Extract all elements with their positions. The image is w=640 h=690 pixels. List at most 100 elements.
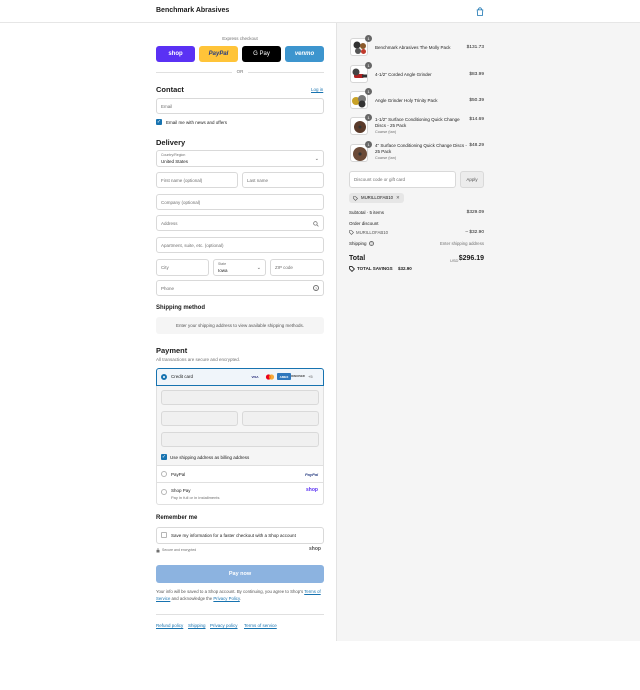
state-value: Iowa [218,268,228,273]
footer-divider [156,614,324,615]
item-name: 4" Surface Conditioning Quick Change Dis… [375,143,467,154]
currency-code: USD [450,258,459,263]
search-icon [313,221,319,227]
google-pay-express-button[interactable]: G Pay [242,46,281,62]
privacy-policy-link[interactable]: Privacy Policy [213,596,239,601]
credit-card-label: Credit card [171,374,194,379]
tag-icon [353,195,358,201]
login-link[interactable]: Log in [311,87,323,92]
shop-pay-option[interactable] [156,483,324,505]
chevron-down-icon: ⌄ [314,156,319,162]
address-field[interactable]: Address [156,215,324,231]
discount-amount: – $32.90 [465,230,484,235]
shipping-policy-link[interactable]: Shipping [188,623,206,628]
item-price: $14.69 [469,117,484,122]
first-name-field[interactable]: First name (optional) [156,172,238,188]
quantity-badge: 1 [365,35,372,42]
discount-code: MURILLOFAB10 [361,195,393,200]
item-name: Benchmark Abrasives The Molly Pack [375,45,451,50]
refund-policy-link[interactable]: Refund policy [156,623,183,628]
country-select[interactable]: Country/Region United States ⌄ [156,150,324,167]
quantity-badge: 1 [365,88,372,95]
applied-discount-code: MURILLOFAB10 [356,230,388,235]
phone-field[interactable]: Phone ? [156,280,324,296]
shipping-label: Shipping [349,241,367,246]
more-cards-count: +5 [308,374,313,379]
tag-icon [349,230,354,235]
save-info-checkbox[interactable] [161,532,167,538]
divider [156,72,232,73]
total-label: Total [349,255,366,262]
last-name-field[interactable]: Last name [242,172,324,188]
item-price: $48.29 [469,143,484,148]
quantity-badge: 1 [365,114,372,121]
shop-pay-express-button[interactable]: shop [156,46,195,62]
divider [248,72,324,73]
total-savings-value: $32.90 [398,266,412,271]
shopping-bag-icon[interactable] [476,7,484,16]
disc-icon [354,121,366,133]
brand-name[interactable]: Benchmark Abrasives [156,7,229,14]
paypal-label: PayPal [171,472,186,477]
item-variant: Coarse (tan) [375,156,397,160]
order-discount-label: Order discount [349,221,379,226]
or-separator: OR [236,69,244,74]
top-header: Benchmark Abrasives [0,0,640,23]
privacy-policy-footer-link[interactable]: Privacy policy [210,623,238,628]
item-name: 4-1/2" Corded Angle Grinder [375,72,432,77]
discount-tag: MURILLOFAB10 ✕ [349,193,404,203]
news-checkbox-label: Email me with news and offers [166,120,227,125]
city-field[interactable]: City [156,259,209,276]
shop-pay-subtitle: Pay in full or in installments [171,495,220,500]
amex-icon: AMEX [277,373,291,380]
shipping-help-icon[interactable]: ? [369,241,374,246]
shipping-method-notice: Enter your shipping address to view avai… [156,317,324,334]
billing-checkbox[interactable]: ✓ [161,454,167,460]
card-number-field[interactable] [161,390,319,405]
email-field[interactable]: Email [156,98,324,114]
paypal-radio[interactable] [161,471,167,477]
paypal-logo: PayPal [305,472,319,477]
item-variant: Coarse (tan) [375,130,397,134]
express-checkout-title: Express checkout [222,36,258,41]
pay-now-button[interactable]: Pay now [156,565,324,583]
venmo-express-button[interactable]: venmo [285,46,324,62]
help-icon[interactable]: ? [313,285,319,291]
name-on-card-field[interactable] [161,432,319,447]
shop-pay-label: Shop Pay [171,488,191,493]
apartment-field[interactable]: Apartment, suite, etc. (optional) [156,237,324,253]
shop-pay-radio[interactable] [161,489,167,495]
state-label: State [218,262,227,266]
mastercard-icon [263,373,277,380]
shipping-value: Enter shipping address [440,241,484,246]
disc-pack-icon [352,95,366,108]
quantity-badge: 1 [365,62,372,69]
item-price: $83.99 [469,72,484,77]
apply-discount-button[interactable]: Apply [460,171,484,188]
remove-discount-icon[interactable]: ✕ [396,193,400,203]
tool-pack-icon [353,41,366,54]
item-price: $131.73 [466,45,484,50]
company-field[interactable]: Company (optional) [156,194,324,210]
shipping-method-heading: Shipping method [156,305,205,311]
remember-me-heading: Remember me [156,515,198,521]
shop-logo: shop [309,546,321,552]
savings-tag-icon [349,266,355,272]
paypal-express-button[interactable]: PayPal [199,46,238,62]
angle-grinder-icon [352,68,367,78]
lock-icon [156,548,160,553]
shop-pay-logo: shop [306,487,318,493]
state-select[interactable]: State Iowa ⌄ [213,259,266,276]
zip-field[interactable]: ZIP code [270,259,324,276]
item-price: $50.39 [469,98,484,103]
visa-icon: VISA [251,374,259,379]
news-checkbox[interactable]: ✓ [156,119,162,125]
discover-icon: DISCOVER [291,375,305,378]
expiration-field[interactable] [161,411,238,426]
terms-of-service-footer-link[interactable]: Terms of service [244,623,277,628]
security-code-field[interactable] [242,411,319,426]
subtotal-label: Subtotal · 5 items [349,210,385,215]
credit-card-radio[interactable] [161,374,167,380]
item-name: Angle Grinder Holy Trinity Pack [375,98,438,103]
discount-code-field[interactable]: Discount code or gift card [349,171,456,188]
